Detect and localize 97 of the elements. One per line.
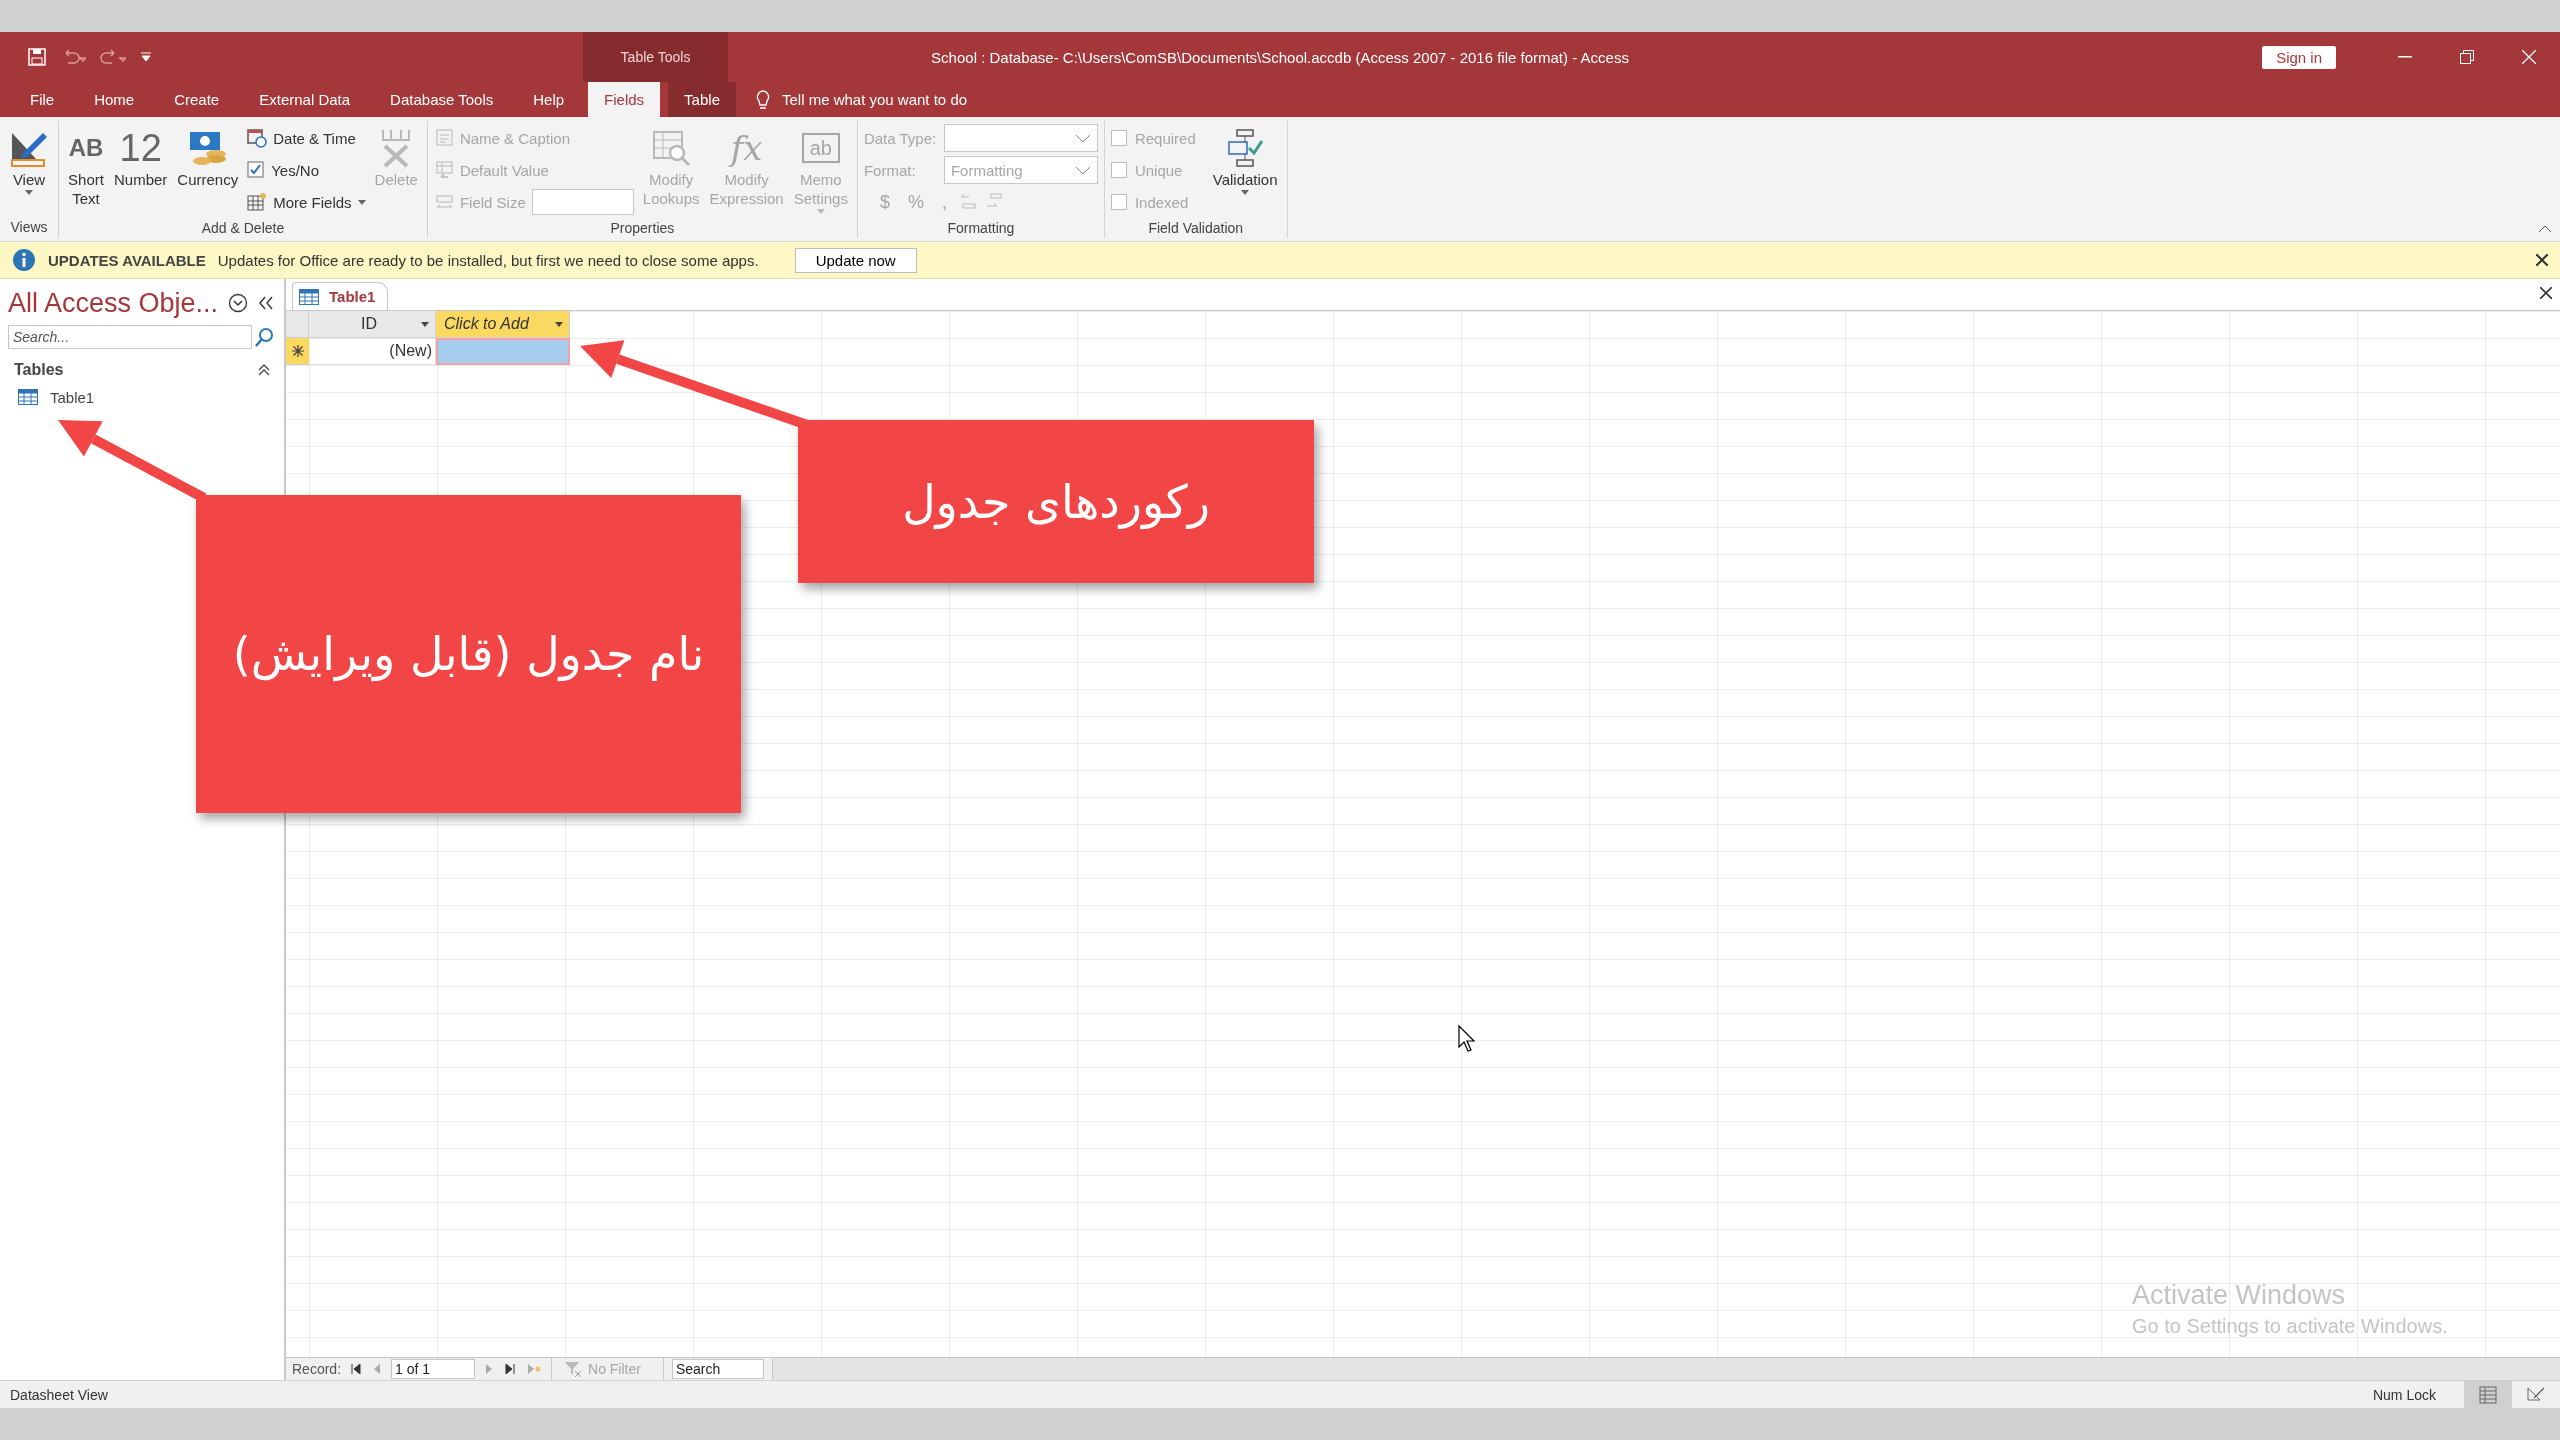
update-message: Updates for Office are ready to be installed, but first we need to close some apps. <box>217 251 759 269</box>
update-now-button[interactable]: Update now <box>794 247 917 273</box>
glyph-icon: fx <box>730 131 763 165</box>
resize-arrows-icon <box>435 193 454 211</box>
ribbon-button[interactable]: More Fields <box>245 187 368 217</box>
first-record-button[interactable] <box>349 1364 364 1374</box>
mouse-cursor-icon <box>1458 1025 1476 1052</box>
table-star-icon <box>247 192 268 212</box>
funnel-icon <box>564 1361 583 1377</box>
caret-icon <box>555 321 563 327</box>
navigation-pane-title[interactable]: All Access Obje... <box>8 287 219 319</box>
activation-message: Go to Settings to activate Windows. <box>2132 1315 2448 1338</box>
table-icon <box>18 389 38 405</box>
lightbulb-icon <box>755 89 770 110</box>
tell-me-search[interactable]: Tell me what you want to do <box>743 82 980 117</box>
ribbon-tab[interactable]: Fields <box>588 82 661 117</box>
field-label: Field Size <box>459 193 526 211</box>
group-label: Properties <box>609 218 676 238</box>
table-magnifier-icon <box>651 128 692 168</box>
double-chevron-left-icon[interactable] <box>258 296 275 310</box>
ribbon-tab[interactable]: External Data <box>243 82 367 117</box>
callout-label: رکوردهای جدول <box>798 420 1314 583</box>
short-text-button[interactable]: AB Short Text <box>65 123 107 211</box>
validation-button[interactable]: Validation <box>1209 123 1281 197</box>
num-lock-indicator: Num Lock <box>2372 1386 2436 1403</box>
search-icon[interactable] <box>254 326 276 348</box>
column-header[interactable]: Click to Add <box>436 311 570 338</box>
customize-caret-icon[interactable] <box>140 52 152 62</box>
group-label: Formatting <box>946 218 1016 238</box>
glyph-icon: ab <box>801 133 840 163</box>
close-icon[interactable] <box>2536 253 2548 266</box>
group-label: Field Validation <box>1147 218 1245 238</box>
field-label: Format: <box>863 161 917 179</box>
set-square-pencil-icon <box>2526 1385 2546 1404</box>
selected-cell[interactable] <box>436 338 570 365</box>
group-label: Add & Delete <box>200 218 286 238</box>
context-tab-header: Table Tools <box>583 32 728 82</box>
update-title: UPDATES AVAILABLE <box>48 251 206 269</box>
close-icon <box>2540 287 2552 299</box>
dropdown-field[interactable] <box>943 124 1098 152</box>
validation-form-icon <box>1225 128 1266 168</box>
chevron-down-icon <box>1074 165 1091 175</box>
caret-icon <box>421 321 429 327</box>
glyph-icon: 12 <box>119 129 162 167</box>
callout-label: نام جدول (قابل ویرایش) <box>196 495 741 813</box>
ribbon-tab[interactable]: Create <box>158 82 236 117</box>
glyph-icon: AB <box>68 136 104 160</box>
document-tab[interactable]: Table1 <box>292 282 389 310</box>
record-label: Record: <box>292 1361 342 1377</box>
chevron-down-icon <box>1074 133 1091 143</box>
last-record-button[interactable] <box>503 1364 518 1374</box>
label-list-icon <box>435 129 454 147</box>
field-label: Data Type: <box>863 129 938 147</box>
ribbon-tab[interactable]: Home <box>78 82 151 117</box>
sign-in-button[interactable]: Sign in <box>2262 45 2336 69</box>
table-icon <box>2479 1385 2497 1404</box>
close-icon <box>2522 50 2536 64</box>
ribbon-tab[interactable]: File <box>14 82 71 117</box>
checkbox-tick-icon <box>247 161 266 179</box>
first-icon <box>351 1364 362 1374</box>
redo-icon[interactable] <box>100 49 126 65</box>
save-icon[interactable] <box>28 48 46 66</box>
view-button[interactable]: View <box>6 123 52 197</box>
asterisk-icon <box>291 345 304 357</box>
group-label: Views <box>9 218 49 237</box>
table-icon <box>299 288 319 305</box>
next-icon <box>485 1364 494 1374</box>
horizontal-scrollbar[interactable] <box>771 1358 2560 1380</box>
calendar-clock-icon <box>247 128 268 148</box>
column-header[interactable]: ID <box>309 311 436 338</box>
restore-icon <box>2460 50 2474 64</box>
double-chevron-up-icon <box>258 364 270 376</box>
last-icon <box>505 1364 516 1374</box>
currency-button[interactable]: Currency <box>174 123 242 192</box>
record-position-field[interactable]: 1 of 1 <box>391 1359 476 1379</box>
number-button[interactable]: 12 Number <box>111 123 171 192</box>
new-record-icon <box>527 1364 542 1374</box>
section-header[interactable]: Tables <box>8 357 276 383</box>
activation-title: Activate Windows <box>2132 1280 2347 1311</box>
window-title: School : Database- C:\Users\ComSB\Documents\School.accdb (Access 2007 - 2016 file format) - Access <box>931 47 1629 68</box>
minimize-icon <box>2398 56 2412 58</box>
table-list-item[interactable]: Table1 <box>8 383 276 411</box>
status-text: Datasheet View <box>10 1386 108 1403</box>
ribbon-tab[interactable]: Table <box>668 82 736 117</box>
search-field[interactable]: Search... <box>8 325 252 349</box>
datasheet-view-button[interactable] <box>2464 1380 2512 1409</box>
previous-icon <box>373 1364 382 1374</box>
ribbon-tab[interactable]: Database Tools <box>374 82 510 117</box>
circle-chevron-down-icon[interactable] <box>228 293 249 313</box>
ribbon-tab[interactable]: Help <box>517 82 581 117</box>
ribbon-button[interactable]: Yes/No <box>245 155 368 185</box>
info-icon <box>12 248 36 272</box>
record-selector[interactable] <box>286 338 309 365</box>
ribbon-button[interactable]: Date & Time <box>245 123 368 153</box>
collapse-ribbon-icon[interactable] <box>2538 225 2552 233</box>
search-field[interactable]: Search <box>671 1359 764 1379</box>
table-arrow-icon <box>435 161 454 179</box>
